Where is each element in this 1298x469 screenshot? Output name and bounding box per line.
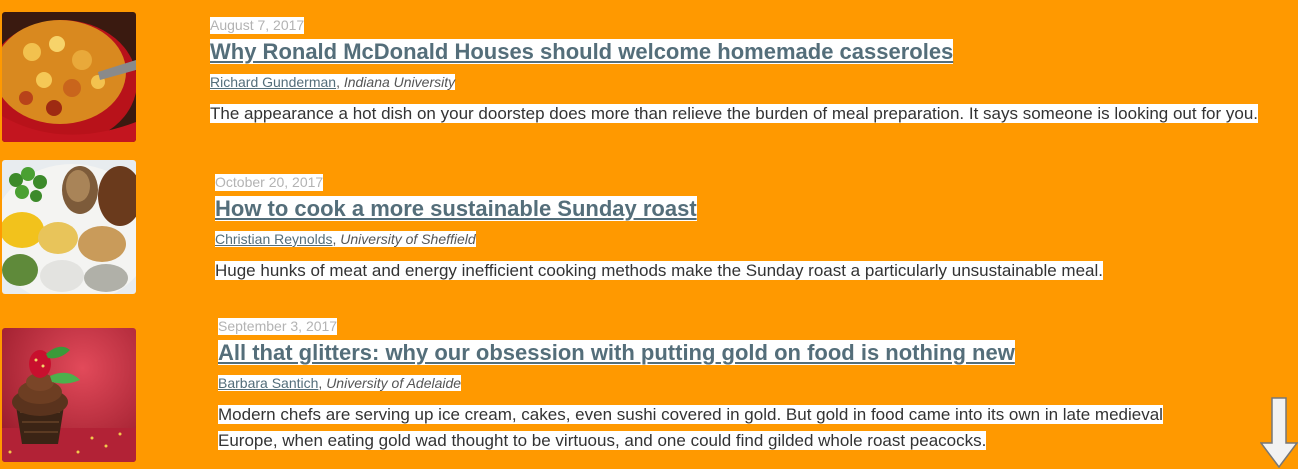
scroll-down-button[interactable]	[1259, 397, 1298, 469]
article-date: October 20, 2017	[215, 174, 324, 191]
article-thumbnail-gold-cupcake[interactable]	[2, 328, 136, 462]
author-institution: University of Adelaide	[326, 375, 462, 391]
gold-cupcake-image	[2, 328, 136, 462]
casserole-image	[2, 12, 136, 142]
article-content: October 20, 2017 How to cook a more sust…	[215, 174, 1295, 284]
author-institution: University of Sheffield	[340, 231, 476, 247]
article-title-link[interactable]: All that glitters: why our obsession wit…	[218, 340, 1298, 366]
article-summary: Huge hunks of meat and energy inefficien…	[215, 258, 1295, 284]
byline-separator: ,	[336, 74, 344, 90]
article-summary-text: Huge hunks of meat and energy inefficien…	[215, 261, 1103, 280]
article-title-link[interactable]: How to cook a more sustainable Sunday ro…	[215, 196, 1295, 222]
article-byline: Richard Gunderman, Indiana University	[210, 73, 1290, 91]
author-link[interactable]: Richard Gunderman	[210, 74, 336, 90]
article-feed: August 7, 2017 Why Ronald McDonald House…	[0, 0, 1298, 469]
article-title-text: Why Ronald McDonald Houses should welcom…	[210, 39, 954, 64]
article-thumbnail-casserole[interactable]	[2, 12, 136, 142]
article-byline: Barbara Santich, University of Adelaide	[218, 374, 1298, 392]
article-summary-text: The appearance a hot dish on your doorst…	[210, 104, 1259, 123]
arrow-down-icon	[1259, 397, 1298, 469]
article-title-text: All that glitters: why our obsession wit…	[218, 340, 1015, 365]
author-link[interactable]: Barbara Santich	[218, 375, 318, 391]
author-link[interactable]: Christian Reynolds	[215, 231, 333, 247]
article-byline: Christian Reynolds, University of Sheffi…	[215, 230, 1295, 248]
article-title-text: How to cook a more sustainable Sunday ro…	[215, 196, 697, 221]
article-thumbnail-sunday-roast[interactable]	[2, 160, 136, 294]
article-summary: The appearance a hot dish on your doorst…	[210, 101, 1290, 127]
article-content: August 7, 2017 Why Ronald McDonald House…	[210, 17, 1290, 127]
article-title-link[interactable]: Why Ronald McDonald Houses should welcom…	[210, 39, 1290, 65]
article-summary-text: Modern chefs are serving up ice cream, c…	[218, 405, 1163, 450]
author-institution: Indiana University	[343, 74, 456, 90]
article-date: August 7, 2017	[210, 17, 305, 34]
article-content: September 3, 2017 All that glitters: why…	[218, 318, 1298, 454]
sunday-roast-image	[2, 160, 136, 294]
article-date: September 3, 2017	[218, 318, 338, 335]
article-summary: Modern chefs are serving up ice cream, c…	[218, 402, 1198, 454]
